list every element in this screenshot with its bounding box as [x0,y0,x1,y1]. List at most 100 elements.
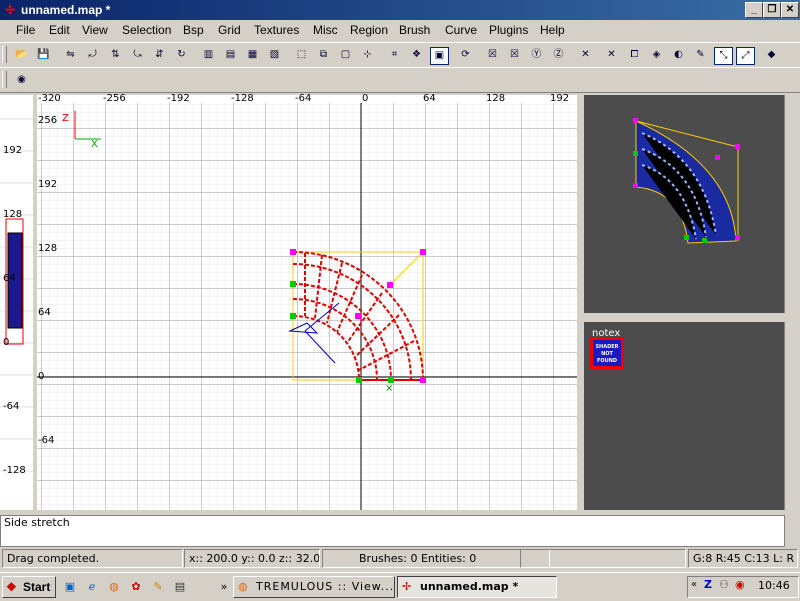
editor-icon[interactable]: ✎ [150,579,166,595]
x-tick: -320 [38,93,61,104]
axis-y-icon[interactable]: Ⓨ [528,47,545,63]
terminal-icon[interactable]: ▤ [172,579,188,595]
rotate-y-icon[interactable]: ⤿ [129,47,146,63]
csg-subtract-icon[interactable]: ▥ [200,47,217,63]
z-tick: -128 [3,465,26,476]
z-view-grid [0,118,33,472]
open-icon[interactable]: 📂 [13,47,30,63]
flip-y-icon[interactable]: ⇅ [107,47,124,63]
axis-x-box-icon[interactable]: ☒ [506,47,523,63]
menu-edit[interactable]: Edit [49,23,70,37]
patch-bevel-icon[interactable]: ◐ [670,47,687,63]
menu-misc[interactable]: Misc [313,23,338,37]
select-inside-icon[interactable]: ⊹ [359,47,376,63]
texture-browser[interactable]: notex SHADER NOT FOUND [584,322,784,510]
camera-render [633,118,740,244]
flip-x-icon[interactable]: ⇋ [62,47,79,63]
status-bar: Drag completed. x:: 200.0 y:: 0.0 z:: 32… [0,547,800,569]
app-icon: ✢ [4,3,16,17]
tray-network-icon[interactable]: ⚇ [719,578,729,591]
texture-view-icon[interactable]: ❖ [408,47,425,63]
camera-scrollbar[interactable] [784,95,800,313]
save-icon[interactable]: 💾 [35,47,52,63]
flip-z-icon[interactable]: ⇵ [151,47,168,63]
menu-region[interactable]: Region [350,23,388,37]
toolbar-grip[interactable] [2,46,7,63]
origin-marker: × [385,383,393,394]
x-tick: -64 [295,93,312,104]
cubic-clip-icon[interactable]: ⧠ [626,47,643,63]
axis-label-horizontal: X [91,139,98,150]
z-tick: -64 [3,401,20,412]
menu-curve[interactable]: Curve [445,23,477,37]
vertical-splitter-right[interactable] [577,95,584,510]
console-output[interactable]: Side stretch [0,515,786,547]
menu-plugins[interactable]: Plugins [489,23,528,37]
rotate-x-icon[interactable]: ⤾ [84,47,101,63]
vertical-splitter-left[interactable] [33,95,37,510]
z-view[interactable]: 192 128 64 0 -64 -128 [0,95,33,510]
select-partial-tall-icon[interactable]: ▢ [337,47,354,63]
drag-edge-icon[interactable]: ⤢ [736,47,755,65]
patch-inspector-icon[interactable]: ✎ [692,47,709,63]
csg-hollow-icon[interactable]: ▤ [222,47,239,63]
select-touching-icon[interactable]: ⧉ [315,47,332,63]
task-tremulous[interactable]: ◍ TREMULOUS :: View... [233,576,395,598]
ie-icon[interactable]: ℯ [84,579,100,595]
menu-file[interactable]: File [16,23,35,37]
menu-textures[interactable]: Textures [254,23,299,37]
menu-brush[interactable]: Brush [399,23,430,37]
menu-selection[interactable]: Selection [122,23,171,37]
texture-scrollbar[interactable] [784,322,800,510]
app-launcher-icon[interactable]: ✿ [128,579,144,595]
change-view-icon[interactable]: ⌗ [386,47,403,63]
system-tray: « Z ⚇ ◉ 10:46 [687,576,799,598]
maximize-button[interactable]: ❐ [763,2,781,18]
close-button[interactable]: ✕ [781,2,799,18]
task-label: TREMULOUS :: View... [256,580,395,593]
task-unnamed-map[interactable]: ✢ unnamed.map * [397,576,557,598]
show-models-icon[interactable]: ✕ [577,47,594,63]
desktop-icon[interactable]: ▣ [62,579,78,595]
camera-view-icon[interactable]: ▣ [430,47,449,65]
menu-view[interactable]: View [82,23,108,37]
windows-logo-icon: ❖ [6,580,17,594]
show-angles-icon[interactable]: ✕ [603,47,620,63]
texture-thumbnail[interactable]: SHADER NOT FOUND [590,337,624,369]
axis-z-icon[interactable]: Ⓩ [550,47,567,63]
tray-z-icon[interactable]: Z [704,578,712,591]
patch-tesselate-icon[interactable]: ◈ [648,47,665,63]
plugin-icon[interactable]: ◆ [763,47,780,63]
x-tick: -192 [167,93,190,104]
bobtoolz-icon[interactable]: ◉ [13,72,30,88]
menu-grid[interactable]: Grid [218,23,241,37]
taskbar: ❖ Start ▣ ℯ ◍ ✿ ✎ ▤ » ◍ TREMULOUS :: Vie… [0,572,800,601]
console-scrollbar[interactable] [784,515,800,547]
y-tick: -64 [38,435,55,446]
axis-x-icon[interactable]: ☒ [484,47,501,63]
y-tick: 128 [38,243,58,254]
rotate-z-icon[interactable]: ↻ [173,47,190,63]
minimize-button[interactable]: _ [745,2,763,18]
tray-security-icon[interactable]: ◉ [735,578,745,591]
status-counts: Brushes: 0 Entities: 0 [322,549,550,568]
axis-label-vertical: Z [62,113,69,124]
csg-merge-icon[interactable]: ▦ [244,47,261,63]
quicklaunch-more[interactable]: » [216,579,232,595]
firefox-icon[interactable]: ◍ [106,579,122,595]
camera-view[interactable] [584,95,784,313]
window-title: unnamed.map * [21,3,111,17]
z-tick: 0 [3,337,10,348]
select-complete-tall-icon[interactable]: ⬚ [293,47,310,63]
rotate-mode-icon[interactable]: ⟳ [457,47,474,63]
make-detail-icon[interactable]: ▧ [266,47,283,63]
drag-vertex-icon[interactable]: ⤡ [714,47,733,65]
toolbar-grip-2[interactable] [2,71,7,88]
xy-view[interactable]: × -320 -256 -192 -128 -64 0 64 128 192 2… [37,93,577,510]
tray-expand[interactable]: « [691,579,697,590]
menu-bsp[interactable]: Bsp [183,23,204,37]
start-button[interactable]: ❖ Start [2,576,56,598]
title-bar: ✢ unnamed.map * _ ❐ ✕ [0,0,800,20]
menu-help[interactable]: Help [540,23,565,37]
horizontal-splitter[interactable] [584,313,800,322]
